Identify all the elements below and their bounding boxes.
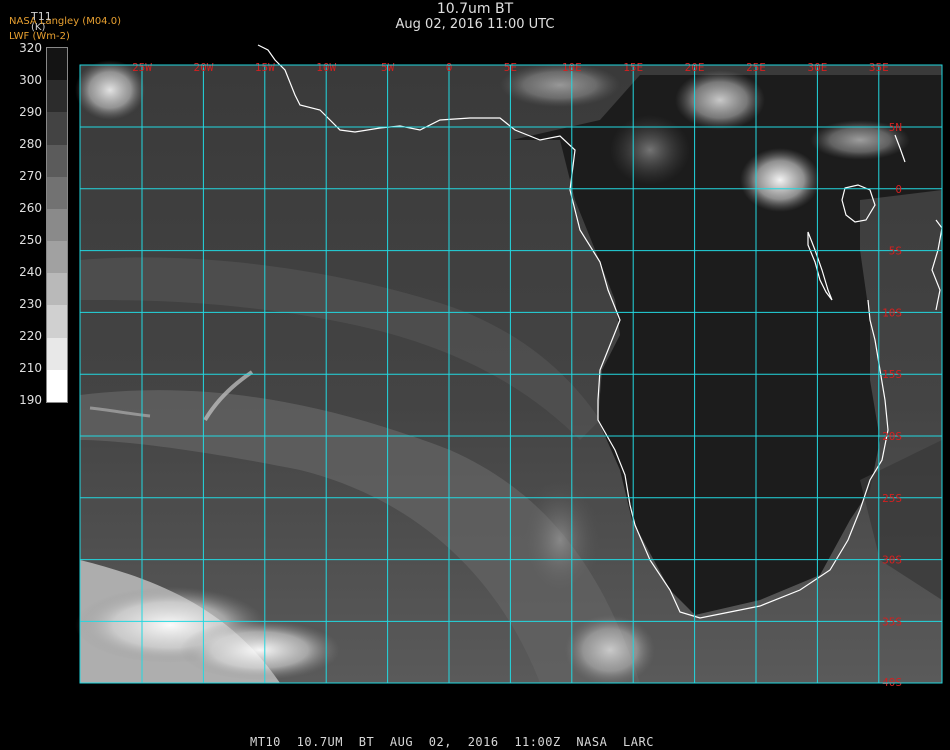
longitude-label: 10E (562, 61, 582, 74)
latitude-label: 0 (895, 183, 902, 196)
footer-caption: MT10 10.7UM BT AUG 02, 2016 11:00Z NASA … (250, 735, 654, 749)
footer-channel: 10.7UM BT (296, 735, 375, 749)
footer-satellite: MT10 (250, 735, 281, 749)
map-imagery (75, 60, 942, 685)
longitude-label: 15W (255, 61, 275, 74)
latitude-label: 5S (889, 245, 902, 258)
longitude-label: 25E (746, 61, 766, 74)
latitude-label: 35S (882, 615, 902, 628)
longitude-label: 15E (623, 61, 643, 74)
footer-source: NASA LARC (576, 735, 654, 749)
longitude-label: 10W (316, 61, 336, 74)
longitude-label: 20W (193, 61, 213, 74)
footer-date: AUG 02, 2016 11:00Z (389, 735, 561, 749)
longitude-label: 25W (132, 61, 152, 74)
longitude-label: 0 (446, 61, 453, 74)
latitude-label: 10S (882, 306, 902, 319)
latitude-label: 15S (882, 368, 902, 381)
latitude-label: 30S (882, 554, 902, 567)
longitude-label: 20E (685, 61, 705, 74)
longitude-label: 30E (807, 61, 827, 74)
latitude-label: 20S (882, 430, 902, 443)
latitude-label: 5N (889, 121, 902, 134)
longitude-label: 35E (869, 61, 889, 74)
longitude-label: 5W (381, 61, 395, 74)
longitude-label: 5E (504, 61, 517, 74)
satellite-map: 25W 20W 15W 10W 5W 0 5E 10E 15E 20E 25E 30E 35E 5N 0 5S… (75, 44, 943, 689)
latitude-label: 25S (882, 492, 902, 505)
